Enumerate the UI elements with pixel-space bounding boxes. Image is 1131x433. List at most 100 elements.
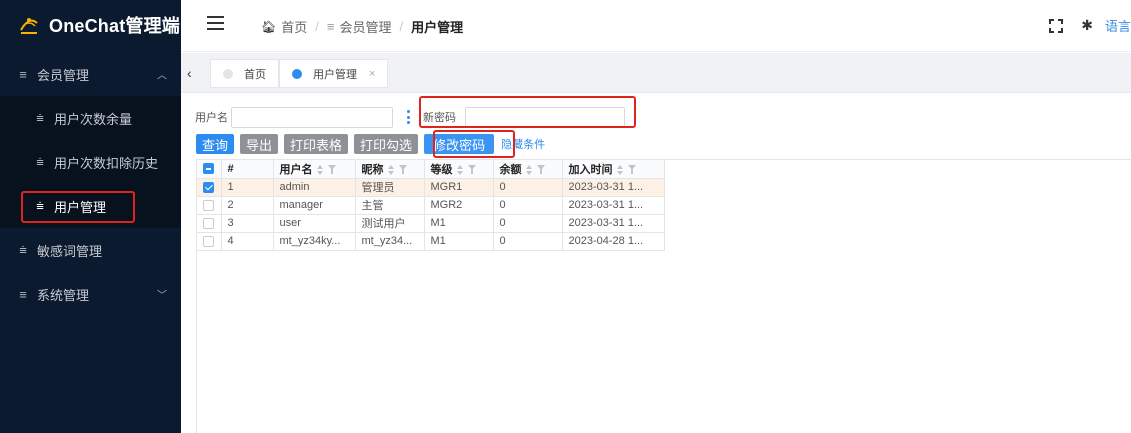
select-all-checkbox[interactable] bbox=[203, 163, 214, 175]
sidebar-item-label: 会员管理 bbox=[37, 67, 90, 83]
sidebar-item-sensitive-words[interactable]: ⩧ 敏感词管理 bbox=[0, 228, 181, 272]
logo-icon bbox=[18, 14, 40, 36]
sidebar: OneChat管理端 ≡ 会员管理 ︿ ⩧ 用户次数余量 ⩧ 用户次数扣除历史 … bbox=[0, 0, 181, 433]
cell-num: 3 bbox=[221, 214, 274, 233]
column-title: # bbox=[227, 162, 234, 175]
tab-status-dot bbox=[292, 68, 302, 79]
breadcrumb-parent: 会员管理 bbox=[339, 20, 392, 35]
cell-joined: 2023-04-28 1... bbox=[562, 232, 665, 251]
column-header[interactable]: 用户名 bbox=[273, 160, 356, 179]
row-select-cell[interactable] bbox=[197, 196, 222, 215]
tab-home[interactable]: 首页 bbox=[210, 59, 279, 88]
row-checkbox[interactable] bbox=[203, 217, 214, 229]
bug-icon[interactable]: ✱ bbox=[1081, 17, 1093, 34]
tab-user-management[interactable]: 用户管理 × bbox=[279, 59, 389, 88]
new-password-label: 新密码 bbox=[423, 112, 456, 124]
filter-icon[interactable] bbox=[467, 165, 476, 175]
change-password-button[interactable]: 修改密码 bbox=[424, 134, 495, 154]
table-row[interactable]: 4 mt_yz34ky... mt_yz34... M1 0 2023-04-2… bbox=[197, 232, 665, 251]
cell-level: M1 bbox=[424, 214, 494, 233]
sort-icon[interactable] bbox=[456, 164, 464, 175]
row-checkbox[interactable] bbox=[203, 235, 214, 247]
sidebar-item-label: 用户次数扣除历史 bbox=[54, 155, 159, 171]
row-checkbox[interactable] bbox=[203, 181, 214, 193]
top-header: 🏠︎ 首页 / ≡ 会员管理 / 用户管理 ✱ 语言 bbox=[181, 0, 1131, 52]
filter-icon[interactable] bbox=[536, 165, 545, 175]
cell-nickname: 管理员 bbox=[355, 178, 425, 197]
tab-status-dot bbox=[223, 68, 233, 79]
cell-joined: 2023-03-31 1... bbox=[562, 214, 665, 233]
breadcrumb-separator: / bbox=[315, 19, 319, 34]
filter-lines-icon: ⩧ bbox=[36, 110, 44, 125]
sort-icon[interactable] bbox=[387, 164, 395, 175]
menu-lines-icon: ≡ bbox=[326, 19, 335, 34]
sidebar-item-user-management[interactable]: ⩧ 用户管理 bbox=[0, 184, 181, 228]
column-title: 加入时间 bbox=[568, 163, 613, 176]
table-row[interactable]: 1 admin 管理员 MGR1 0 2023-03-31 1... bbox=[197, 178, 665, 197]
cell-joined: 2023-03-31 1... bbox=[562, 196, 665, 215]
cell-balance: 0 bbox=[493, 178, 563, 197]
breadcrumb: 🏠︎ 首页 / ≡ 会员管理 / 用户管理 bbox=[261, 17, 463, 36]
table-row[interactable]: 2 manager 主管 MGR2 0 2023-03-31 1... bbox=[197, 196, 665, 215]
username-label: 用户名 bbox=[195, 112, 228, 124]
table-row[interactable]: 3 user 测试用户 M1 0 2023-03-31 1... bbox=[197, 214, 665, 233]
column-header[interactable]: 昵称 bbox=[355, 160, 425, 179]
cell-balance: 0 bbox=[493, 232, 563, 251]
main-content: 用户名 新密码 查询 导出 打印表格 打印勾选 修改密码 隐藏条件 # 用户名 … bbox=[181, 94, 1131, 433]
chevron-down-icon: ﹀ bbox=[157, 290, 167, 302]
brand[interactable]: OneChat管理端 bbox=[0, 0, 181, 50]
sidebar-item-deduction-history[interactable]: ⩧ 用户次数扣除历史 bbox=[0, 140, 181, 184]
username-input[interactable] bbox=[231, 106, 393, 128]
cell-balance: 0 bbox=[493, 214, 563, 233]
language-switch[interactable]: 语言 bbox=[1105, 16, 1131, 35]
row-select-cell[interactable] bbox=[197, 214, 222, 233]
sidebar-item-member-management[interactable]: ≡ 会员管理 ︿ bbox=[0, 52, 181, 96]
sort-icon[interactable] bbox=[616, 164, 624, 175]
chevron-left-icon[interactable]: ‹ bbox=[187, 65, 192, 81]
print-checked-button[interactable]: 打印勾选 bbox=[354, 134, 419, 154]
filter-icon[interactable] bbox=[327, 165, 336, 175]
filter-icon[interactable] bbox=[627, 165, 636, 175]
row-checkbox[interactable] bbox=[203, 199, 214, 211]
row-select-cell[interactable] bbox=[197, 178, 222, 197]
table-header-row: # 用户名 昵称 等级 余额 加入时间 bbox=[197, 160, 665, 179]
menu-lines-icon: ≡ bbox=[19, 286, 27, 302]
sidebar-item-label: 敏感词管理 bbox=[37, 243, 103, 259]
toolbar: 查询 导出 打印表格 打印勾选 修改密码 隐藏条件 bbox=[196, 134, 545, 154]
sort-icon[interactable] bbox=[316, 164, 324, 175]
hide-conditions-link[interactable]: 隐藏条件 bbox=[501, 136, 545, 152]
sort-icon[interactable] bbox=[525, 164, 533, 175]
filter-lines-icon: ⩧ bbox=[19, 242, 27, 257]
query-button[interactable]: 查询 bbox=[196, 134, 235, 154]
close-icon[interactable]: × bbox=[369, 68, 375, 80]
sidebar-item-label: 用户次数余量 bbox=[54, 111, 133, 127]
sidebar-item-system-management[interactable]: ≡ 系统管理 ﹀ bbox=[0, 272, 181, 316]
menu-lines-icon: ≡ bbox=[19, 66, 27, 82]
row-select-cell[interactable] bbox=[197, 232, 222, 251]
breadcrumb-current: 用户管理 bbox=[411, 20, 464, 35]
cell-num: 2 bbox=[221, 196, 274, 215]
more-vertical-icon[interactable] bbox=[407, 110, 411, 124]
breadcrumb-home[interactable]: 首页 bbox=[281, 17, 307, 36]
new-password-input[interactable] bbox=[465, 106, 625, 128]
breadcrumb-separator: / bbox=[399, 19, 404, 34]
print-table-button[interactable]: 打印表格 bbox=[284, 134, 349, 154]
tab-label: 用户管理 bbox=[313, 68, 357, 81]
cell-level: MGR1 bbox=[424, 178, 494, 197]
cell-nickname: 测试用户 bbox=[355, 214, 425, 233]
select-all-cell[interactable] bbox=[197, 160, 222, 179]
sidebar-item-user-quota[interactable]: ⩧ 用户次数余量 bbox=[0, 96, 181, 140]
sidebar-item-label: 系统管理 bbox=[37, 287, 90, 303]
user-table: # 用户名 昵称 等级 余额 加入时间 1 admin 管理员 MGR1 0 2… bbox=[196, 159, 1131, 433]
cell-nickname: mt_yz34... bbox=[355, 232, 425, 251]
cell-num: 1 bbox=[221, 178, 274, 197]
sidebar-menu: ≡ 会员管理 ︿ ⩧ 用户次数余量 ⩧ 用户次数扣除历史 ⩧ 用户管理 ⩧ 敏感… bbox=[0, 52, 181, 316]
column-header[interactable]: 余额 bbox=[493, 160, 563, 179]
hamburger-icon[interactable] bbox=[207, 16, 224, 30]
fullscreen-icon[interactable] bbox=[1049, 18, 1064, 33]
filter-lines-icon: ⩧ bbox=[36, 198, 44, 213]
column-header[interactable]: 加入时间 bbox=[562, 160, 665, 179]
export-button[interactable]: 导出 bbox=[240, 134, 279, 154]
column-header[interactable]: 等级 bbox=[424, 160, 494, 179]
filter-icon[interactable] bbox=[398, 165, 407, 175]
